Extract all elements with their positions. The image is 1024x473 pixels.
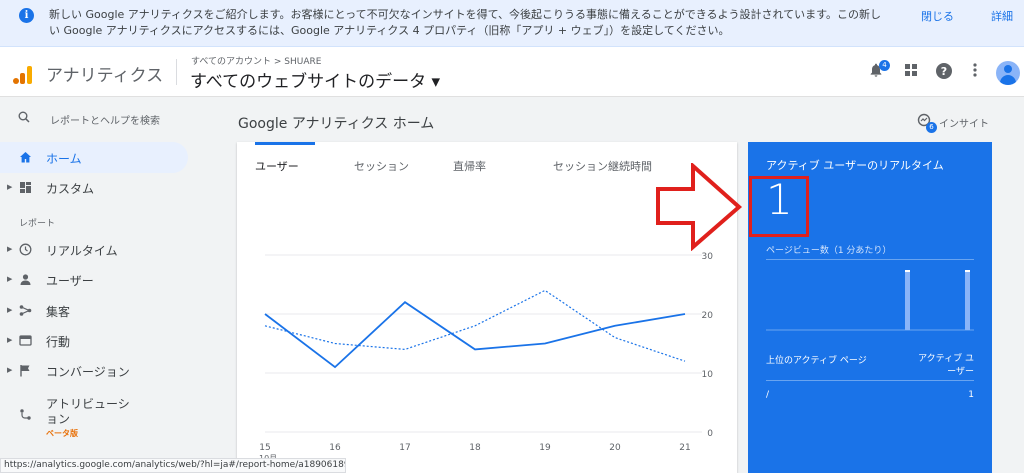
status-url: https://analytics.google.com/analytics/w… (0, 458, 346, 473)
pageviews-label: ページビュー数（1 分あたり） (766, 246, 892, 256)
minibar (905, 272, 910, 330)
sidebar-item-acquisition[interactable]: ▶ 集客 (0, 295, 188, 326)
realtime-title: アクティブ ユーザーのリアルタイム (766, 159, 944, 172)
caret-right-icon: ▶ (7, 183, 13, 191)
reports-section-label: レポート (19, 219, 56, 229)
sidebar-item-attribution[interactable]: アトリビューション (0, 395, 188, 431)
annotation-highlight-box (749, 176, 809, 237)
info-icon: i (19, 8, 34, 23)
search-icon (18, 111, 30, 123)
sidebar-item-label: アトリビューション (46, 397, 130, 426)
dashboard-icon (20, 182, 31, 193)
caret-right-icon: ▶ (7, 275, 13, 283)
active-users-header: アクティブ ユーザー (918, 354, 974, 377)
page-path[interactable]: / (766, 390, 769, 400)
sidebar-item-label: 行動 (46, 335, 71, 349)
comparison-series-line (264, 289, 686, 362)
person-icon (20, 274, 31, 285)
notification-badge: 4 (879, 60, 890, 71)
y-tick-label: 0 (707, 429, 713, 439)
announcement-banner: i 新しい Google アナリティクスをご紹介します。お客様にとって不可欠なイ… (0, 0, 1024, 47)
analytics-logo (13, 66, 35, 84)
acquisition-icon (19, 305, 32, 316)
header-divider (176, 59, 177, 85)
clock-icon (19, 243, 32, 256)
sidebar-item-users[interactable]: ▶ ユーザー (0, 264, 188, 295)
caret-right-icon: ▶ (7, 245, 13, 253)
beta-badge: ベータ版 (46, 429, 78, 438)
sidebar-item-label: ユーザー (46, 274, 94, 288)
x-tick-label: 19 (539, 443, 551, 453)
view-selector[interactable]: すべてのウェブサイトのデータ ▾ (190, 67, 440, 92)
insights-badge: 6 (926, 122, 937, 133)
avatar[interactable] (996, 61, 1020, 85)
attribution-icon (20, 409, 31, 420)
app-header: アナリティクス すべてのアカウント > SHUARE すべてのウェブサイトのデー… (0, 47, 1024, 97)
minibar (965, 272, 970, 330)
top-pages-header: 上位のアクティブ ページ (766, 356, 867, 366)
page-users: 1 (968, 390, 974, 400)
y-tick-label: 10 (702, 370, 714, 380)
home-icon (20, 152, 31, 163)
behavior-icon (19, 335, 32, 346)
sidebar-item-label: カスタム (46, 182, 95, 196)
svg-text:?: ? (941, 65, 947, 78)
sidebar-item-label: リアルタイム (46, 244, 118, 258)
series-line (264, 301, 686, 369)
caret-right-icon: ▶ (7, 306, 13, 314)
sidebar-item-home[interactable]: ホーム (0, 142, 188, 173)
x-tick-label: 21 (679, 443, 690, 453)
banner-close-button[interactable]: 閉じる (921, 8, 954, 24)
app-name: アナリティクス (46, 66, 164, 86)
x-tick-label: 15 (259, 443, 270, 453)
flag-icon (20, 365, 30, 377)
y-tick-label: 30 (702, 252, 714, 262)
sidebar-item-realtime[interactable]: ▶ リアルタイム (0, 234, 188, 265)
sidebar-item-custom[interactable]: ▶ カスタム (0, 172, 188, 203)
banner-message: 新しい Google アナリティクスをご紹介します。お客様にとって不可欠なインサ… (49, 8, 882, 37)
more-vert-icon[interactable] (965, 62, 985, 82)
sidebar-item-label: ホーム (46, 152, 82, 166)
sidebar-item-behavior[interactable]: ▶ 行動 (0, 325, 188, 356)
annotation-arrow (656, 163, 743, 251)
sidebar-item-label: コンバージョン (46, 365, 130, 379)
page-title: Google アナリティクス ホーム (238, 116, 435, 132)
x-tick-label: 20 (609, 443, 621, 453)
caret-right-icon: ▶ (7, 366, 13, 374)
help-icon[interactable]: ? (934, 62, 954, 82)
banner-detail-link[interactable]: 詳細 (991, 8, 1013, 24)
insights-label: インサイト (939, 119, 989, 130)
breadcrumb[interactable]: すべてのアカウント > SHUARE (191, 54, 321, 67)
apps-grid-icon[interactable] (901, 62, 921, 82)
search-placeholder: レポートとヘルプを検索 (50, 116, 160, 127)
sidebar: レポートとヘルプを検索 ホーム ▶ カスタム レポート ▶ リアルタイム ▶ ユ… (0, 98, 208, 473)
x-tick-label: 17 (399, 443, 410, 453)
pageviews-minibars (766, 270, 974, 331)
y-tick-label: 20 (702, 311, 714, 321)
x-tick-label: 18 (469, 443, 481, 453)
divider (766, 380, 974, 381)
sidebar-item-conversions[interactable]: ▶ コンバージョン (0, 355, 188, 386)
sidebar-item-label: 集客 (46, 305, 71, 319)
x-tick-label: 16 (329, 443, 341, 453)
caret-right-icon: ▶ (7, 336, 13, 344)
